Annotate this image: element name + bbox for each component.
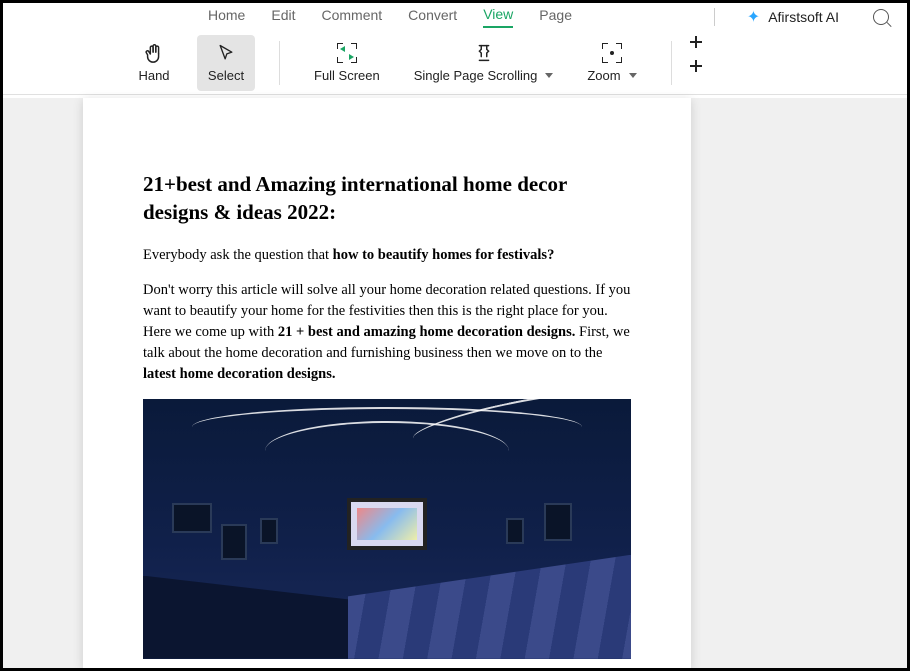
zoom-label: Zoom: [587, 68, 620, 83]
hand-tool-button[interactable]: Hand: [125, 35, 183, 91]
doc-title: 21+best and Amazing international home d…: [143, 170, 631, 227]
search-icon[interactable]: [873, 9, 889, 25]
select-tool-label: Select: [208, 68, 244, 83]
single-page-scrolling-button[interactable]: Single Page Scrolling: [404, 35, 564, 91]
page-scroll-icon: [473, 42, 495, 64]
fullscreen-label: Full Screen: [314, 68, 380, 83]
fullscreen-icon: [336, 42, 358, 64]
tab-comment[interactable]: Comment: [321, 7, 382, 27]
ai-label: Afirstsoft AI: [768, 9, 839, 25]
ribbon-divider: [279, 41, 280, 85]
fullscreen-button[interactable]: Full Screen: [304, 35, 390, 91]
ai-assistant-button[interactable]: ✦ Afirstsoft AI: [747, 7, 839, 27]
fit-width-button[interactable]: [696, 66, 714, 84]
hand-icon: [143, 42, 165, 64]
doc-paragraph-1: Everybody ask the question that how to b…: [143, 245, 631, 266]
doc-paragraph-2: Don't worry this article will solve all …: [143, 280, 631, 385]
zoom-button[interactable]: Zoom: [577, 35, 646, 91]
chevron-down-icon: [545, 73, 553, 78]
tab-home[interactable]: Home: [208, 7, 245, 27]
sparkle-icon: ✦: [747, 7, 760, 27]
tab-view[interactable]: View: [483, 6, 513, 28]
hand-tool-label: Hand: [138, 68, 169, 83]
ribbon-divider: [671, 41, 672, 85]
view-ribbon: Hand Select Full Screen Single Page Scro…: [3, 31, 907, 95]
doc-image-interior: [143, 399, 631, 659]
tab-edit[interactable]: Edit: [271, 7, 295, 27]
single-page-scrolling-label: Single Page Scrolling: [414, 68, 538, 83]
document-page: 21+best and Amazing international home d…: [83, 98, 691, 668]
fit-page-button[interactable]: [696, 42, 714, 60]
tv-screen-in-image: [347, 498, 427, 550]
menu-divider: [714, 8, 715, 26]
document-workspace[interactable]: 21+best and Amazing international home d…: [3, 98, 907, 668]
zoom-icon: [601, 42, 623, 64]
chevron-down-icon: [629, 73, 637, 78]
select-tool-button[interactable]: Select: [197, 35, 255, 91]
cursor-icon: [215, 42, 237, 64]
menu-bar: Home Edit Comment Convert View Page ✦ Af…: [3, 3, 907, 31]
tab-convert[interactable]: Convert: [408, 7, 457, 27]
tab-page[interactable]: Page: [539, 7, 572, 27]
